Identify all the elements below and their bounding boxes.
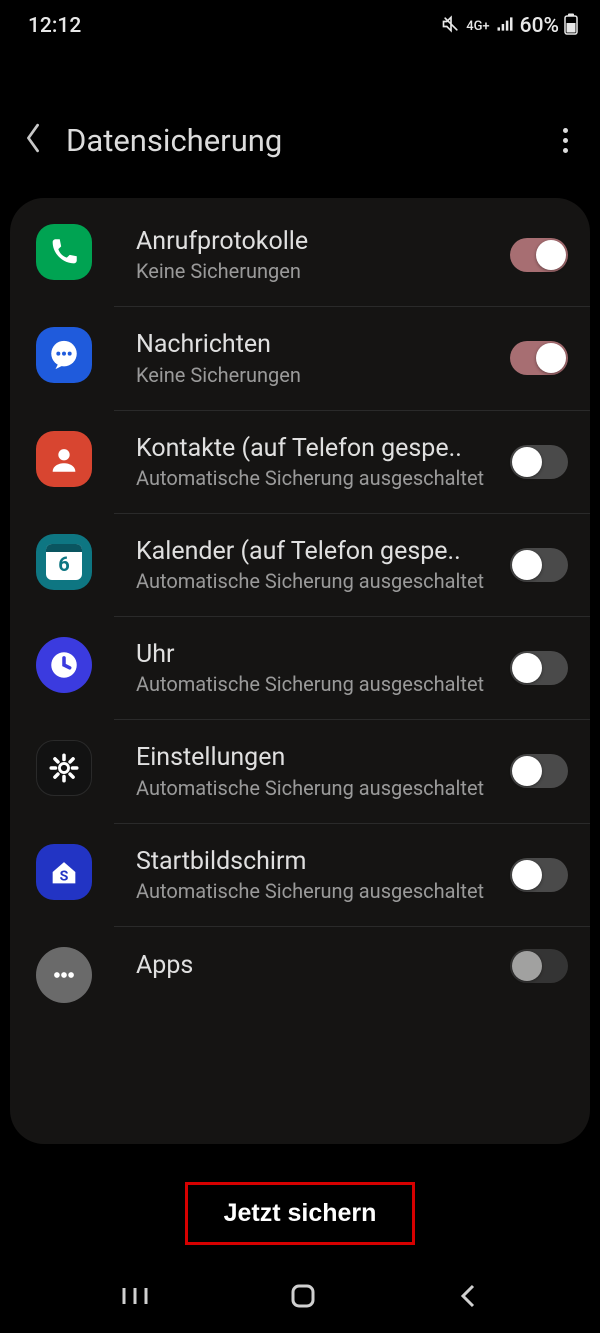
toggle-home-screen[interactable] (510, 858, 568, 892)
item-title: Apps (136, 950, 490, 981)
list-item-calendar[interactable]: 6 Kalender (auf Telefon gespe.. Automati… (114, 514, 590, 617)
item-subtitle: Automatische Sicherung ausgeschaltet (136, 672, 490, 697)
list-item-apps[interactable]: Apps (114, 927, 590, 1005)
list-item-settings[interactable]: Einstellungen Automatische Sicherung aus… (114, 720, 590, 823)
item-subtitle: Automatische Sicherung ausgeschaltet (136, 879, 490, 904)
backup-items-list: Anrufprotokolle Keine Sicherungen Nachri… (10, 198, 590, 1144)
bottom-action-bar: Jetzt sichern (0, 1173, 600, 1253)
toggle-messages[interactable] (510, 341, 568, 375)
back-button[interactable] (22, 121, 44, 159)
nav-recents-button[interactable] (120, 1284, 150, 1312)
list-item-messages[interactable]: Nachrichten Keine Sicherungen (114, 307, 590, 410)
battery-icon (564, 13, 578, 40)
item-title: Uhr (136, 639, 490, 670)
app-header: Datensicherung (0, 100, 600, 180)
messages-icon (36, 327, 92, 383)
calendar-icon: 6 (36, 534, 92, 590)
home-icon: S (36, 844, 92, 900)
nav-back-button[interactable] (456, 1282, 480, 1314)
toggle-calendar[interactable] (510, 548, 568, 582)
item-title: Einstellungen (136, 742, 490, 773)
item-title: Anrufprotokolle (136, 226, 490, 257)
mute-icon (441, 14, 461, 39)
list-item-call-logs[interactable]: Anrufprotokolle Keine Sicherungen (114, 204, 590, 307)
contacts-icon (36, 431, 92, 487)
status-indicators: 4G+ 60% (441, 13, 578, 40)
item-subtitle: Automatische Sicherung ausgeschaltet (136, 569, 490, 594)
toggle-clock[interactable] (510, 651, 568, 685)
svg-text:S: S (60, 868, 69, 884)
backup-now-button[interactable]: Jetzt sichern (185, 1182, 416, 1245)
list-item-contacts[interactable]: Kontakte (auf Telefon gespe.. Automatisc… (114, 411, 590, 514)
item-title: Startbildschirm (136, 846, 490, 877)
item-subtitle: Automatische Sicherung ausgeschaltet (136, 466, 490, 491)
item-subtitle: Keine Sicherungen (136, 363, 490, 388)
navigation-bar (0, 1263, 600, 1333)
item-subtitle: Keine Sicherungen (136, 259, 490, 284)
toggle-apps[interactable] (510, 949, 568, 983)
status-time: 12:12 (28, 14, 81, 38)
list-item-clock[interactable]: Uhr Automatische Sicherung ausgeschaltet (114, 617, 590, 720)
list-item-home-screen[interactable]: S Startbildschirm Automatische Sicherung… (114, 824, 590, 927)
status-bar: 12:12 4G+ 60% (0, 0, 600, 52)
toggle-call-logs[interactable] (510, 238, 568, 272)
nav-home-button[interactable] (289, 1282, 317, 1314)
page-title: Datensicherung (66, 122, 531, 159)
item-title: Kontakte (auf Telefon gespe.. (136, 433, 490, 464)
calendar-day: 6 (58, 552, 69, 576)
item-title: Nachrichten (136, 329, 490, 360)
toggle-contacts[interactable] (510, 445, 568, 479)
toggle-settings[interactable] (510, 754, 568, 788)
item-title: Kalender (auf Telefon gespe.. (136, 536, 490, 567)
more-options-button[interactable] (553, 122, 578, 159)
battery-percent: 60% (520, 14, 559, 38)
apps-icon (36, 947, 92, 1003)
item-subtitle: Automatische Sicherung ausgeschaltet (136, 776, 490, 801)
network-type: 4G+ (466, 20, 489, 33)
settings-icon (36, 740, 92, 796)
phone-icon (36, 224, 92, 280)
signal-icon (495, 14, 515, 39)
clock-icon (36, 637, 92, 693)
